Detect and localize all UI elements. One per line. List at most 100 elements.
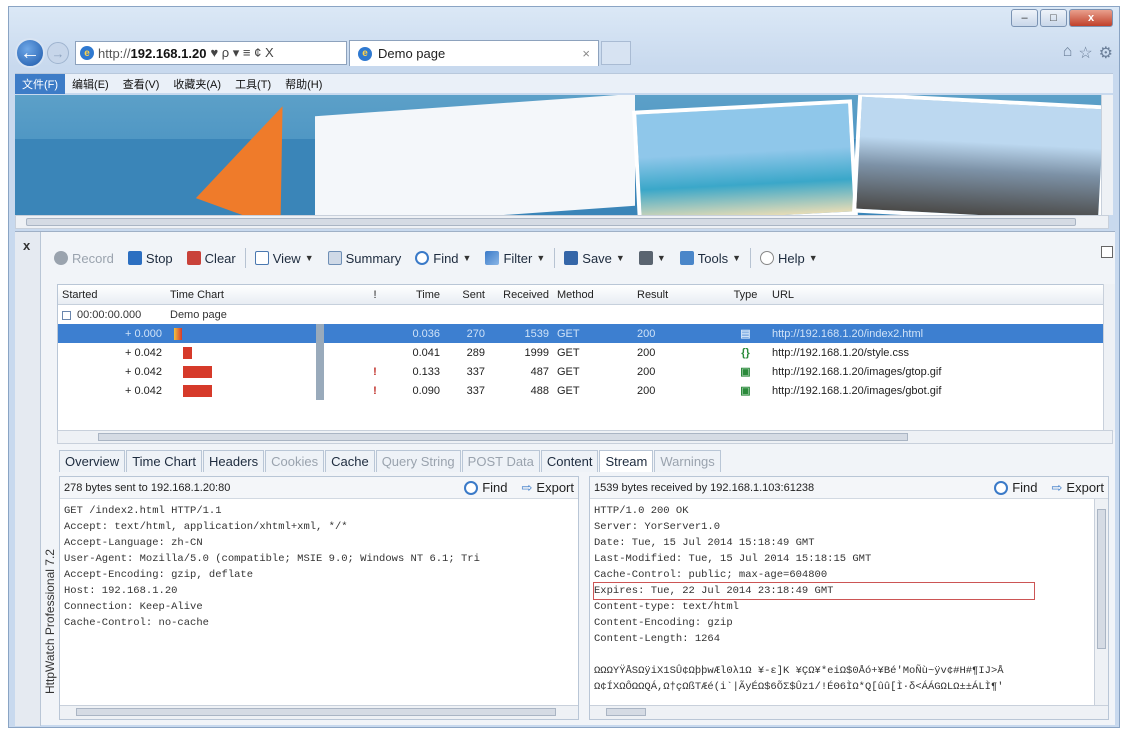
col-started[interactable]: Started	[58, 285, 166, 304]
address-bar[interactable]: e http://192.168.1.20 ♥ ρ ▾ ≡ ¢ X	[75, 41, 347, 65]
tab-overview[interactable]: Overview	[59, 450, 126, 472]
col-method[interactable]: Method	[553, 285, 633, 304]
tab-post-data[interactable]: POST Data	[461, 450, 540, 472]
clear-icon	[186, 251, 201, 265]
record-button[interactable]: Record	[47, 246, 121, 270]
grid-horizontal-scrollbar[interactable]	[57, 430, 1113, 444]
col-time-chart[interactable]: Time Chart	[166, 285, 356, 304]
request-pane-hscroll[interactable]	[60, 705, 578, 719]
menu-item[interactable]: 收藏夹(A)	[166, 74, 228, 94]
export-icon: ⇨	[1051, 479, 1063, 495]
table-row[interactable]: + 0.042! 0.090 337 488 GET 200 ▣ http://192.168…	[58, 381, 1112, 400]
chevron-down-icon: ▼	[732, 253, 742, 263]
tab-stream[interactable]: Stream	[599, 450, 654, 472]
save-button[interactable]: Save ▼	[557, 246, 632, 270]
menu-item[interactable]: 编辑(E)	[65, 74, 116, 94]
tab-cache[interactable]: Cache	[325, 450, 375, 472]
menu-item[interactable]: 帮助(H)	[278, 74, 329, 94]
tab-close-icon[interactable]: ×	[582, 46, 590, 61]
menu-item[interactable]: 查看(V)	[116, 74, 167, 94]
time-chart-bar	[174, 328, 182, 340]
response-export-button[interactable]: ⇨ Export	[1052, 480, 1104, 496]
tab-time-chart[interactable]: Time Chart	[126, 450, 202, 472]
tab-content[interactable]: Content	[540, 450, 599, 472]
collapse-icon[interactable]	[62, 310, 71, 320]
request-find-button[interactable]: Find	[464, 480, 508, 495]
cell-sent: 337	[466, 366, 485, 378]
scroll-thumb[interactable]	[1097, 509, 1106, 649]
tools-button[interactable]: Tools ▼	[673, 246, 748, 270]
colosseum-photo	[852, 95, 1108, 215]
page-horizontal-scrollbar[interactable]	[15, 215, 1109, 229]
table-row[interactable]	[58, 400, 1112, 408]
stream-line: Date: Tue, 15 Jul 2014 15:18:49 GMT	[594, 537, 815, 549]
table-row[interactable]: + 0.042! 0.133 337 487 GET 200 ▣ http://192.168…	[58, 362, 1112, 381]
view-button[interactable]: View ▼	[248, 246, 321, 270]
col-received[interactable]: Received	[489, 285, 553, 304]
response-stream-pane: 1539 bytes received by 192.168.1.103:612…	[589, 476, 1109, 720]
tab-cookies[interactable]: Cookies	[265, 450, 325, 472]
toolbar-separator	[750, 248, 752, 268]
close-httpwatch-icon[interactable]: x	[23, 238, 30, 253]
menu-item[interactable]: 文件(F)	[15, 73, 66, 94]
menu-item[interactable]: 工具(T)	[228, 74, 278, 94]
tab-query-string[interactable]: Query String	[375, 450, 461, 472]
col-sent[interactable]: Sent	[444, 285, 489, 304]
grid-vertical-scrollbar[interactable]	[1103, 284, 1115, 432]
find-button[interactable]: Find ▼	[408, 246, 478, 270]
cell-started: + 0.042	[124, 366, 162, 378]
col-warning[interactable]: !	[356, 285, 394, 304]
home-icon[interactable]: ⌂	[1063, 43, 1073, 63]
summary-button[interactable]: Summary	[321, 246, 409, 270]
stream-line: Content-Encoding: gzip	[594, 617, 733, 629]
stop-button[interactable]: Stop	[121, 246, 180, 270]
gear-icon[interactable]: ⚙	[1099, 43, 1113, 63]
address-host: 192.168.1.20	[130, 45, 207, 61]
maximize-button[interactable]: □	[1040, 9, 1067, 27]
browser-tab[interactable]: e Demo page ×	[349, 40, 599, 66]
col-url[interactable]: URL	[768, 285, 1112, 304]
scroll-thumb[interactable]	[26, 218, 1076, 226]
col-time[interactable]: Time	[394, 285, 444, 304]
palm-beach-photo	[632, 99, 858, 215]
scroll-thumb[interactable]	[98, 433, 908, 441]
col-type[interactable]: Type	[723, 285, 768, 304]
new-tab-button[interactable]	[601, 41, 631, 65]
print-button[interactable]: ▼	[632, 246, 673, 270]
stream-line: User-Agent: Mozilla/5.0 (compatible; MSI…	[64, 553, 480, 565]
summary-icon	[327, 251, 342, 265]
request-status: 278 bytes sent to 192.168.1.20:80	[64, 481, 231, 494]
page-group-row[interactable]: 00:00:00.000 Demo page	[58, 305, 1112, 324]
cell-url: http://192.168.1.20/index2.html	[772, 328, 924, 340]
response-find-button[interactable]: Find	[994, 480, 1038, 495]
close-window-button[interactable]: x	[1069, 9, 1113, 27]
scroll-thumb[interactable]	[606, 708, 646, 716]
help-button[interactable]: Help ▼	[753, 246, 825, 270]
back-button[interactable]: ←	[15, 38, 45, 68]
table-row[interactable]: + 0.042 0.041 289 1999 GET 200 {} http://192.16…	[58, 343, 1112, 362]
response-pane-hscroll[interactable]	[590, 705, 1108, 719]
group-started: 00:00:00.000	[58, 305, 166, 324]
clear-button[interactable]: Clear	[180, 246, 243, 270]
tab-warnings[interactable]: Warnings	[654, 450, 721, 472]
forward-button[interactable]: →	[47, 42, 69, 64]
save-icon	[564, 251, 579, 265]
minimize-button[interactable]: –	[1011, 9, 1038, 27]
help-icon	[760, 251, 775, 265]
col-result[interactable]: Result	[633, 285, 723, 304]
request-export-button[interactable]: ⇨ Export	[522, 480, 574, 496]
response-pane-vscroll[interactable]	[1094, 499, 1108, 705]
filter-button[interactable]: Filter ▼	[478, 246, 552, 270]
page-vertical-scrollbar[interactable]	[1101, 95, 1113, 215]
response-status: 1539 bytes received by 192.168.1.103:612…	[594, 481, 815, 494]
star-icon[interactable]: ☆	[1078, 43, 1092, 63]
dock-icon[interactable]	[1101, 246, 1113, 258]
response-stream-text[interactable]: HTTP/1.0 200 OK Server: YorServer1.0 Date:…	[590, 499, 1108, 699]
scroll-thumb[interactable]	[76, 708, 556, 716]
address-controls[interactable]: ♥ ρ ▾ ≡ ¢ X	[210, 45, 273, 61]
request-stream-text[interactable]: GET /index2.html HTTP/1.1 Accept: text/ht…	[60, 499, 578, 635]
table-row[interactable]: + 0.000 0.036 270 1539 GET 200 ▤ http://192.168…	[58, 324, 1112, 343]
time-chart-marker	[316, 343, 324, 362]
tab-headers[interactable]: Headers	[203, 450, 265, 472]
time-chart-bar	[183, 385, 213, 397]
